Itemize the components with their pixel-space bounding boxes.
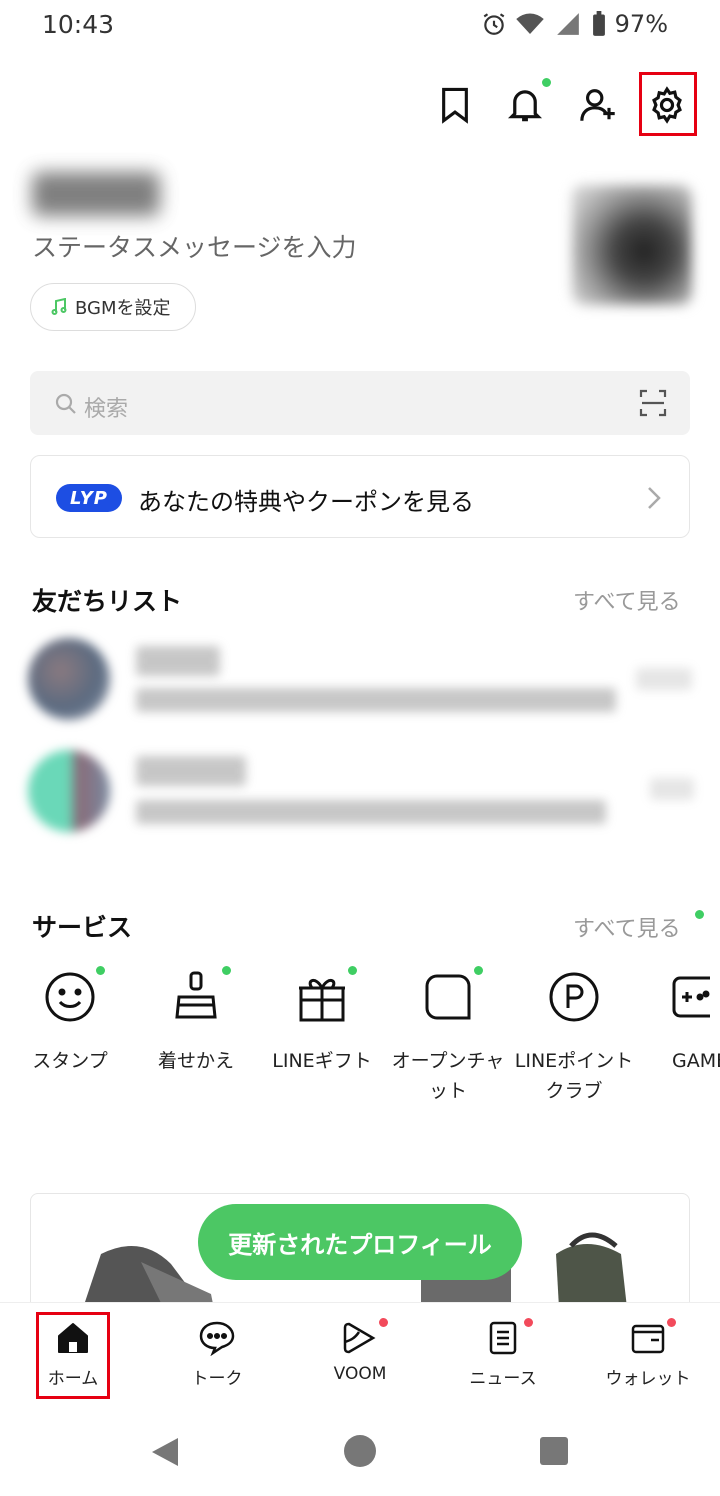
smile-icon bbox=[45, 972, 95, 1022]
battery-percent: 97% bbox=[614, 10, 668, 38]
bgm-label: BGMを設定 bbox=[75, 298, 171, 319]
status-message[interactable]: ステータスメッセージを入力 bbox=[32, 228, 357, 264]
service-label: 着せかえ bbox=[157, 1050, 234, 1072]
chat-icon bbox=[199, 1321, 235, 1357]
gamepad-icon bbox=[672, 976, 720, 1018]
news-icon bbox=[489, 1321, 517, 1355]
services-see-all[interactable]: すべて見る bbox=[573, 911, 681, 943]
music-note-icon bbox=[51, 298, 67, 315]
coupon-banner-text: あなたの特典やクーポンを見る bbox=[138, 488, 474, 516]
service-label: GAME bbox=[672, 1050, 720, 1072]
search-icon bbox=[55, 393, 76, 414]
lyp-badge: LYP bbox=[56, 484, 122, 512]
friend-status bbox=[136, 688, 616, 712]
service-game[interactable]: GAME bbox=[650, 970, 720, 1076]
bookmark-icon[interactable] bbox=[430, 80, 480, 130]
service-gift[interactable]: LINEギフト bbox=[262, 966, 382, 1076]
status-icons: 97% bbox=[481, 10, 668, 38]
friend-name bbox=[136, 756, 246, 786]
battery-icon bbox=[592, 11, 605, 36]
service-label: LINEポイントクラブ bbox=[514, 1050, 634, 1102]
new-dot bbox=[667, 1318, 676, 1327]
home-highlight bbox=[36, 1312, 110, 1399]
new-dot bbox=[379, 1318, 388, 1327]
search-placeholder: 検索 bbox=[84, 397, 129, 422]
nav-news[interactable]: ニュース bbox=[448, 1318, 558, 1389]
gift-icon bbox=[299, 979, 345, 1022]
friend-meta bbox=[636, 668, 692, 690]
voom-icon bbox=[343, 1322, 376, 1354]
friend-status bbox=[136, 800, 606, 824]
add-friend-icon[interactable] bbox=[574, 80, 624, 130]
avatar[interactable] bbox=[572, 185, 692, 305]
nav-voom[interactable]: VOOM bbox=[305, 1318, 415, 1384]
status-time: 10:43 bbox=[42, 10, 115, 39]
signal-icon bbox=[556, 13, 579, 35]
new-dot bbox=[222, 966, 231, 975]
nav-wallet[interactable]: ウォレット bbox=[593, 1318, 703, 1389]
profile-name bbox=[32, 172, 160, 216]
service-points[interactable]: LINEポイントクラブ bbox=[514, 970, 634, 1106]
chevron-right-icon bbox=[648, 487, 661, 509]
nav-label: ニュース bbox=[469, 1369, 537, 1389]
friends-title: 友だちリスト bbox=[32, 587, 183, 616]
nav-label: VOOM bbox=[333, 1364, 387, 1384]
search-input[interactable] bbox=[30, 371, 690, 435]
friend-name bbox=[136, 646, 220, 676]
updated-profile-button[interactable]: 更新されたプロフィール bbox=[198, 1204, 522, 1280]
new-dot bbox=[96, 966, 105, 975]
points-icon bbox=[549, 972, 599, 1022]
friends-see-all[interactable]: すべて見る bbox=[573, 584, 681, 616]
settings-highlight bbox=[639, 72, 697, 136]
nav-talk[interactable]: トーク bbox=[162, 1320, 272, 1389]
bgm-button[interactable]: BGMを設定 bbox=[30, 283, 196, 331]
recents-icon[interactable] bbox=[539, 1436, 569, 1466]
scan-icon[interactable] bbox=[639, 389, 667, 417]
friend-meta bbox=[650, 778, 694, 800]
brush-icon bbox=[175, 971, 217, 1019]
wallet-icon bbox=[631, 1324, 665, 1354]
service-label: LINEギフト bbox=[272, 1050, 372, 1072]
nav-label: トーク bbox=[191, 1369, 243, 1389]
friend-avatar[interactable] bbox=[28, 750, 110, 832]
service-openchat[interactable]: オープンチャット bbox=[388, 966, 508, 1106]
service-label: オープンチャット bbox=[391, 1050, 505, 1102]
services-new-dot bbox=[695, 910, 704, 919]
wifi-icon bbox=[515, 13, 544, 34]
alarm-icon bbox=[483, 13, 505, 35]
back-icon[interactable] bbox=[148, 1436, 180, 1468]
friend-avatar[interactable] bbox=[28, 638, 110, 720]
service-theme[interactable]: 着せかえ bbox=[136, 966, 256, 1076]
service-stamp[interactable]: スタンプ bbox=[10, 966, 130, 1076]
new-dot bbox=[474, 966, 483, 975]
service-label: スタンプ bbox=[32, 1050, 108, 1072]
new-dot bbox=[348, 966, 357, 975]
home-circle-icon[interactable] bbox=[343, 1434, 377, 1468]
open-chat-icon bbox=[425, 974, 471, 1020]
notification-dot bbox=[542, 78, 551, 87]
nav-label: ウォレット bbox=[605, 1369, 691, 1389]
bell-icon[interactable] bbox=[500, 78, 551, 130]
new-dot bbox=[524, 1318, 533, 1327]
services-title: サービス bbox=[32, 913, 133, 942]
